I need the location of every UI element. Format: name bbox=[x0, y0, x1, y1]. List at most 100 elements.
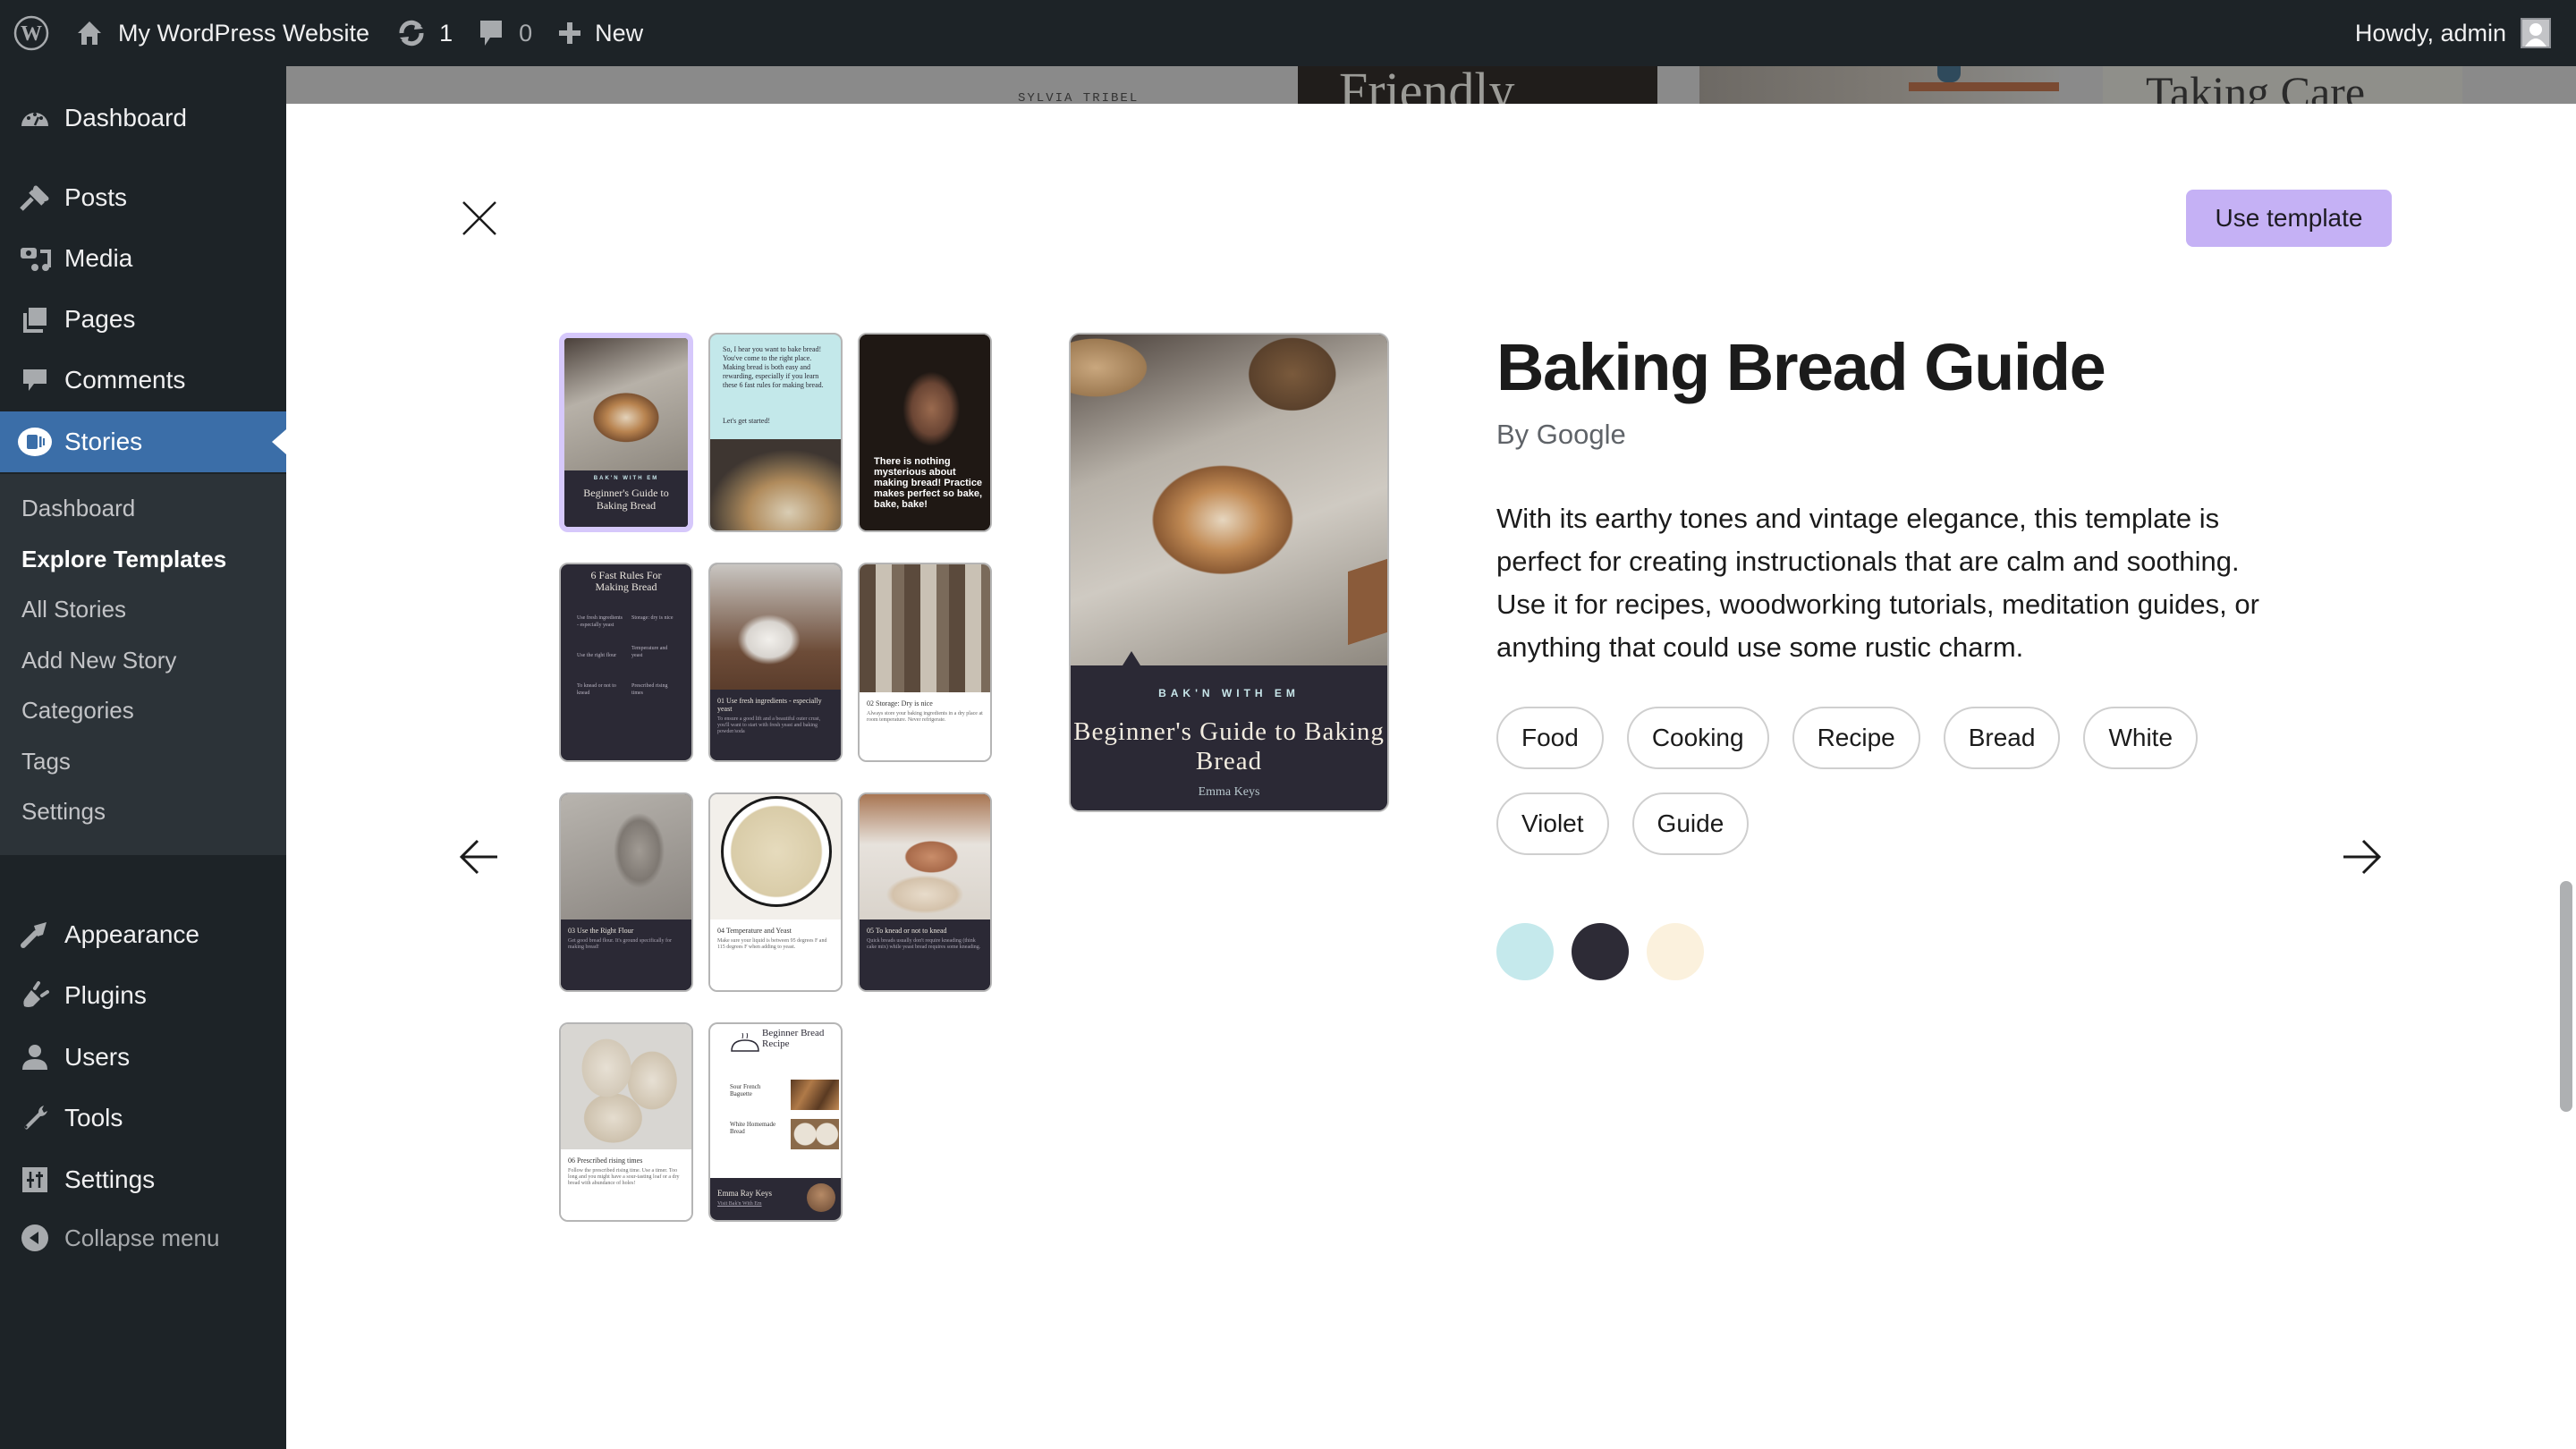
comment-icon bbox=[0, 367, 64, 394]
rule-item: Prescribed rising times bbox=[631, 683, 668, 696]
page-thumbnail[interactable]: 06 Prescribed rising times Follow the pr… bbox=[559, 1022, 693, 1222]
sidebar-item-settings[interactable]: Settings bbox=[0, 1149, 286, 1210]
submenu-item-all-stories[interactable]: All Stories bbox=[0, 584, 286, 635]
sidebar-item-media[interactable]: Media bbox=[0, 228, 286, 289]
collapse-menu-button[interactable]: Collapse menu bbox=[0, 1208, 286, 1268]
bread-photo bbox=[564, 338, 688, 470]
comment-bubble-icon bbox=[478, 18, 504, 48]
sidebar-item-label: Settings bbox=[64, 1165, 156, 1193]
page-thumbnail[interactable]: There is nothing mysterious about making… bbox=[858, 333, 992, 532]
arrow-right-icon bbox=[2343, 839, 2382, 875]
background-template-card: Friendly bbox=[1298, 66, 1657, 104]
new-content-link[interactable]: New bbox=[545, 0, 656, 66]
stories-submenu: Dashboard Explore Templates All Stories … bbox=[0, 474, 286, 855]
tag-cooking[interactable]: Cooking bbox=[1626, 707, 1769, 769]
author-photo bbox=[807, 1183, 835, 1212]
my-account-link[interactable]: Howdy, admin bbox=[2355, 0, 2576, 66]
sidebar-item-comments[interactable]: Comments bbox=[0, 350, 286, 411]
updates-icon bbox=[396, 18, 427, 48]
wordpress-logo-icon: W bbox=[13, 15, 49, 51]
color-swatch bbox=[1572, 923, 1629, 980]
page-thumbnail[interactable]: Beginner Bread Recipe Sour French Baguet… bbox=[708, 1022, 843, 1222]
page-body-text: Quick breads usually don't require knead… bbox=[867, 938, 981, 950]
submenu-item-explore-templates[interactable]: Explore Templates bbox=[0, 534, 286, 585]
admin-sidebar: Dashboard Posts Media Pages Comments Sto… bbox=[0, 66, 286, 1449]
preview-title: Beginner's Guide to Baking Bread bbox=[1073, 717, 1385, 775]
tag-violet[interactable]: Violet bbox=[1496, 792, 1609, 855]
page-thumbnail[interactable]: So, I hear you want to bake bread! You'v… bbox=[708, 333, 843, 532]
sidebar-item-users[interactable]: Users bbox=[0, 1027, 286, 1088]
sidebar-item-posts[interactable]: Posts bbox=[0, 167, 286, 228]
page-thumbnail[interactable]: 03 Use the Right Flour Get good bread fl… bbox=[559, 792, 693, 992]
flour-bag-photo bbox=[561, 794, 691, 919]
tag-recipe[interactable]: Recipe bbox=[1792, 707, 1920, 769]
baguette-photo bbox=[791, 1080, 839, 1110]
background-template-card: Taking Care bbox=[2103, 66, 2462, 104]
plugin-icon bbox=[0, 981, 64, 1010]
page-caption: 06 Prescribed rising times Follow the pr… bbox=[561, 1149, 691, 1220]
page-caption: 05 To knead or not to knead Quick breads… bbox=[860, 919, 990, 990]
tag-food[interactable]: Food bbox=[1496, 707, 1604, 769]
close-button[interactable] bbox=[458, 197, 501, 240]
page-body-text: So, I hear you want to bake bread! You'v… bbox=[723, 345, 824, 389]
caption-notch bbox=[1123, 651, 1140, 665]
page-thumbnail[interactable]: 05 To knead or not to knead Quick breads… bbox=[858, 792, 992, 992]
previous-template-button[interactable] bbox=[458, 835, 501, 878]
template-description: With its earthy tones and vintage elegan… bbox=[1496, 503, 2259, 663]
color-swatch bbox=[1647, 923, 1704, 980]
submenu-item-settings[interactable]: Settings bbox=[0, 786, 286, 837]
wordpress-logo-button[interactable]: W bbox=[0, 0, 63, 66]
submenu-item-categories[interactable]: Categories bbox=[0, 685, 286, 736]
submenu-item-add-new-story[interactable]: Add New Story bbox=[0, 635, 286, 686]
rule-item: Use fresh ingredients - especially yeast bbox=[577, 615, 623, 628]
sidebar-item-plugins[interactable]: Plugins bbox=[0, 965, 286, 1026]
sidebar-item-pages[interactable]: Pages bbox=[0, 289, 286, 350]
next-template-button[interactable] bbox=[2340, 835, 2383, 878]
plus-icon bbox=[557, 21, 582, 46]
sidebar-item-tools[interactable]: Tools bbox=[0, 1088, 286, 1148]
submenu-item-dashboard[interactable]: Dashboard bbox=[0, 483, 286, 534]
page-scrollbar[interactable] bbox=[2560, 881, 2572, 1112]
bread-photo bbox=[1071, 335, 1387, 665]
comments-count: 0 bbox=[519, 19, 533, 47]
wrench-icon bbox=[0, 1104, 64, 1132]
rules-list: Use fresh ingredients - especially yeast… bbox=[577, 614, 677, 697]
collapse-menu-label: Collapse menu bbox=[64, 1224, 220, 1251]
sidebar-item-stories[interactable]: Stories bbox=[0, 411, 286, 472]
shelf-image bbox=[1909, 82, 2059, 91]
sidebar-item-appearance[interactable]: Appearance bbox=[0, 904, 286, 965]
tag-bread[interactable]: Bread bbox=[1943, 707, 2061, 769]
page-body-text: Always store your baking ingredients in … bbox=[867, 711, 983, 723]
white-bread-photo bbox=[791, 1119, 839, 1149]
page-thumbnail[interactable]: BAK'N WITH EM Beginner's Guide to Baking… bbox=[559, 333, 693, 532]
page-thumbnail[interactable]: 01 Use fresh ingredients - especially ye… bbox=[708, 563, 843, 762]
template-preview[interactable]: BAK'N WITH EM Beginner's Guide to Baking… bbox=[1069, 333, 1389, 812]
page-thumbnail[interactable]: 04 Temperature and Yeast Make sure your … bbox=[708, 792, 843, 992]
use-template-button[interactable]: Use template bbox=[2186, 190, 2392, 247]
background-template-grid: SYLVIA TRIBEL Friendly Taking Care bbox=[286, 66, 2576, 104]
page-title: Use the Right Flour bbox=[577, 927, 634, 935]
template-byline: By Google bbox=[1496, 419, 1626, 450]
page-number: 04 bbox=[717, 927, 724, 935]
sidebar-item-dashboard[interactable]: Dashboard bbox=[0, 88, 286, 148]
page-quote: There is nothing mysterious about making… bbox=[874, 456, 983, 510]
updates-link[interactable]: 1 bbox=[384, 0, 465, 66]
page-number: 03 bbox=[568, 927, 575, 935]
tag-guide[interactable]: Guide bbox=[1631, 792, 1750, 855]
sidebar-item-label: Media bbox=[64, 244, 133, 272]
sidebar-item-label: Pages bbox=[64, 305, 136, 333]
paintbrush-icon bbox=[0, 920, 64, 949]
template-info: Baking Bread Guide By Google With its ea… bbox=[1496, 327, 2266, 980]
page-title: Use fresh ingredients - especially yeast bbox=[717, 697, 822, 713]
pushpin-icon bbox=[0, 184, 64, 211]
tag-white[interactable]: White bbox=[2083, 707, 2199, 769]
bread-photo bbox=[710, 439, 841, 530]
comments-link[interactable]: 0 bbox=[465, 0, 545, 66]
color-swatch bbox=[1496, 923, 1554, 980]
rule-item: Storage: dry is nice bbox=[631, 615, 674, 621]
page-thumbnail[interactable]: 6 Fast Rules For Making Bread Use fresh … bbox=[559, 563, 693, 762]
submenu-item-tags[interactable]: Tags bbox=[0, 736, 286, 787]
page-thumbnail[interactable]: 02 Storage: Dry is nice Always store you… bbox=[858, 563, 992, 762]
page-title: 6 Fast Rules For Making Bread bbox=[590, 569, 662, 593]
site-name-link[interactable]: My WordPress Website bbox=[63, 0, 384, 66]
